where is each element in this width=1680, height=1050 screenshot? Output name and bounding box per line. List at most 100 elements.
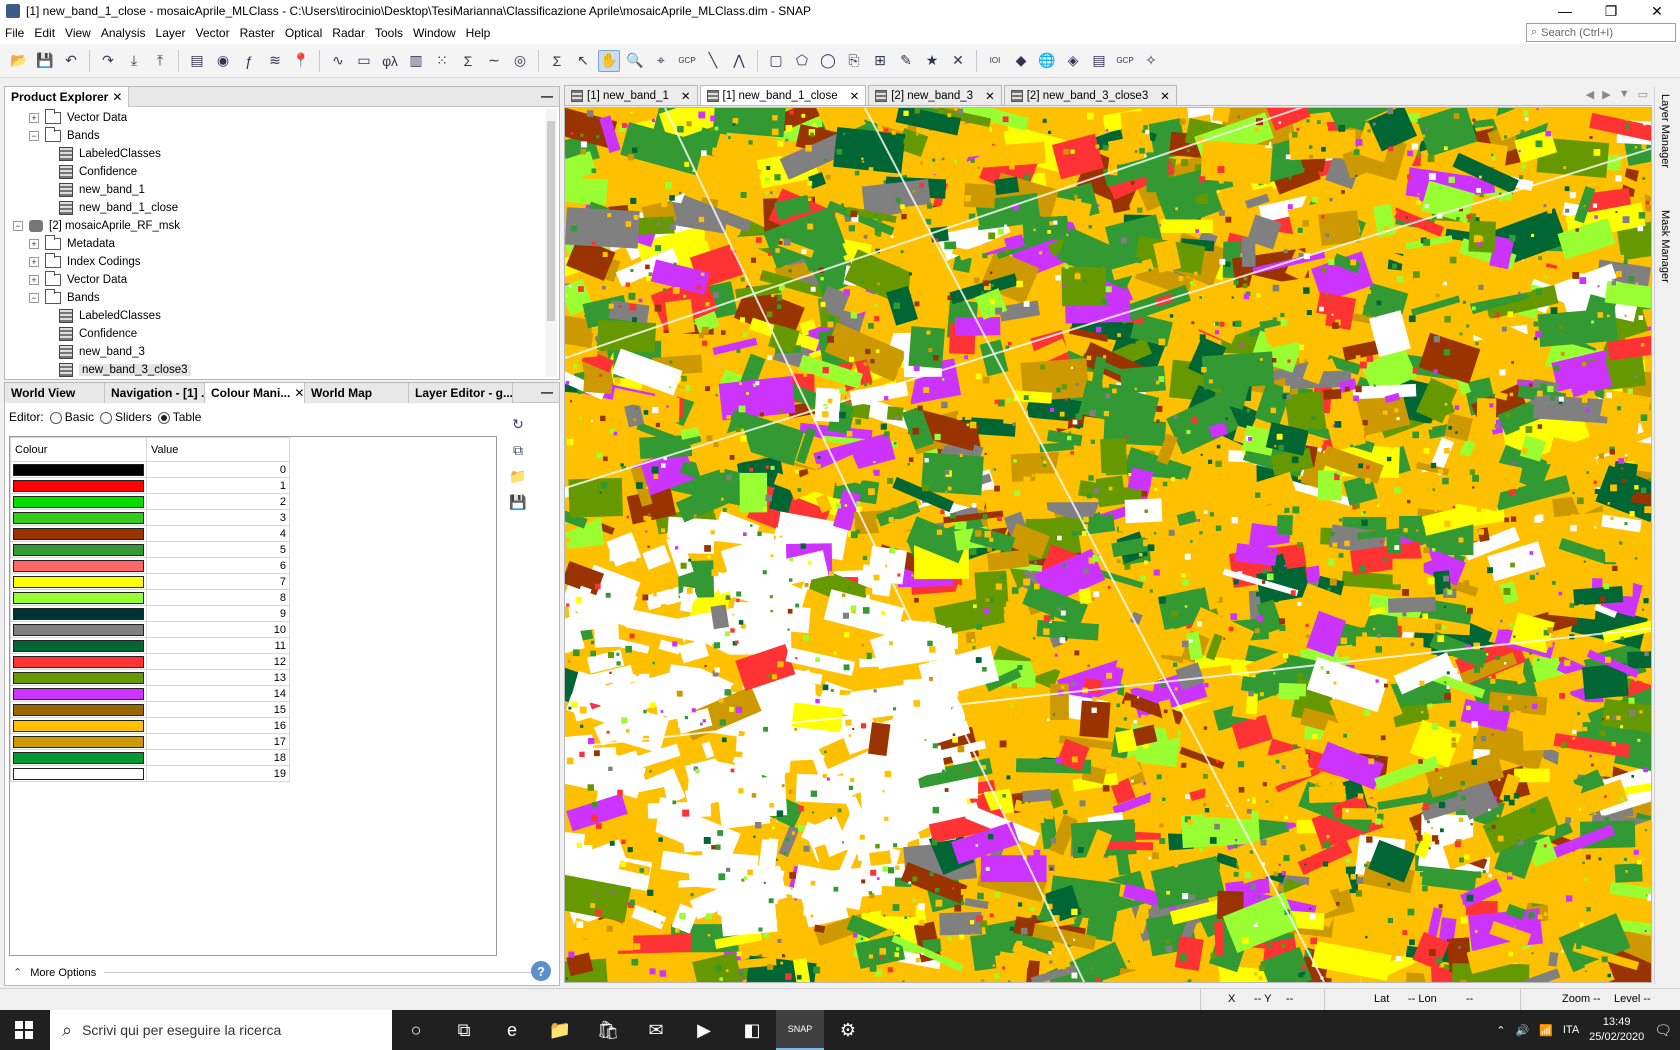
colour-cell[interactable] bbox=[10, 653, 147, 670]
close-window-button[interactable]: ✕ bbox=[1634, 0, 1680, 22]
band-maths-icon[interactable]: ƒ bbox=[238, 50, 260, 72]
sum-icon[interactable]: Σ bbox=[546, 50, 568, 72]
colour-cell[interactable] bbox=[10, 573, 147, 590]
notifications-icon[interactable]: 🗨 bbox=[1654, 1022, 1672, 1039]
collapse-icon[interactable]: − bbox=[13, 221, 23, 231]
network-icon[interactable]: 📶 bbox=[1539, 1024, 1553, 1037]
search-box[interactable]: ⌕ Search (Ctrl+I) bbox=[1526, 23, 1676, 42]
phi-lambda-icon[interactable]: φλ bbox=[379, 50, 401, 72]
value-cell[interactable]: 6 bbox=[146, 557, 290, 574]
expand-icon[interactable]: + bbox=[29, 275, 39, 285]
xy-icon[interactable]: ✕ bbox=[947, 50, 969, 72]
colour-cell[interactable] bbox=[10, 765, 147, 782]
scatter-icon[interactable]: ⁙ bbox=[431, 50, 453, 72]
tree-node[interactable]: + Vector Data bbox=[5, 271, 559, 289]
more-options-row[interactable]: ⌃ More Options bbox=[13, 966, 543, 979]
value-cell[interactable]: 13 bbox=[146, 669, 290, 686]
polyline-icon[interactable]: ⋀ bbox=[728, 50, 750, 72]
value-cell[interactable]: 11 bbox=[146, 637, 290, 654]
range-finder-icon[interactable]: ⌖ bbox=[650, 50, 672, 72]
value-cell[interactable]: 1 bbox=[146, 477, 290, 494]
menu-radar[interactable]: Radar bbox=[327, 26, 370, 40]
collapse-icon[interactable]: − bbox=[29, 131, 39, 141]
tab-layer-editor[interactable]: Layer Editor - g... bbox=[409, 382, 513, 403]
colour-cell[interactable] bbox=[10, 733, 147, 750]
colour-swatch[interactable] bbox=[13, 543, 144, 556]
pin-icon[interactable]: 📍 bbox=[290, 50, 312, 72]
time-series-icon[interactable]: ∿ bbox=[327, 50, 349, 72]
colour-cell[interactable] bbox=[10, 621, 147, 638]
scrollbar-thumb[interactable] bbox=[547, 121, 555, 321]
menu-analysis[interactable]: Analysis bbox=[96, 26, 151, 40]
colour-table-row[interactable]: 19 bbox=[10, 765, 290, 782]
cortana-icon[interactable]: ○ bbox=[392, 1010, 440, 1050]
image-tab[interactable]: [2] new_band_3 ✕ bbox=[868, 85, 1002, 105]
colour-cell[interactable] bbox=[10, 493, 147, 510]
tree-node[interactable]: Confidence bbox=[5, 325, 559, 343]
tree-node[interactable]: LabeledClasses bbox=[5, 145, 559, 163]
minimize-button[interactable]: — bbox=[1542, 0, 1588, 22]
colour-swatch[interactable] bbox=[13, 735, 144, 748]
image-view[interactable] bbox=[564, 107, 1652, 983]
gcp-tool-icon[interactable]: GCP bbox=[676, 50, 698, 72]
export-palette-icon[interactable]: 💾 bbox=[507, 491, 529, 513]
color-icon[interactable]: ◆ bbox=[1010, 50, 1032, 72]
value-column-header[interactable]: Value bbox=[146, 437, 290, 462]
colour-swatch[interactable] bbox=[13, 719, 144, 732]
close-icon[interactable]: ✕ bbox=[1160, 89, 1170, 103]
minimize-panel-button[interactable]: — bbox=[541, 385, 553, 399]
colour-swatch[interactable] bbox=[13, 575, 144, 588]
maximize-icon[interactable]: ▭ bbox=[1638, 88, 1648, 101]
pin-place-icon[interactable]: ★ bbox=[921, 50, 943, 72]
collapse-icon[interactable]: − bbox=[29, 293, 39, 303]
redo-icon[interactable]: ↷ bbox=[97, 50, 119, 72]
colour-cell[interactable] bbox=[10, 461, 147, 478]
select-tool-icon[interactable]: ↖ bbox=[572, 50, 594, 72]
colour-table-row[interactable]: 9 bbox=[10, 605, 290, 622]
rectangle-icon[interactable]: ▢ bbox=[765, 50, 787, 72]
menu-layer[interactable]: Layer bbox=[151, 26, 191, 40]
layers-icon[interactable]: ◈ bbox=[1062, 50, 1084, 72]
value-cell[interactable]: 16 bbox=[146, 717, 290, 734]
colour-cell[interactable] bbox=[10, 605, 147, 622]
colour-swatch[interactable] bbox=[13, 671, 144, 684]
filter-icon[interactable]: ≋ bbox=[264, 50, 286, 72]
multi-assign-icon[interactable]: ⧉ bbox=[507, 439, 529, 461]
tree-node[interactable]: new_band_3_close3 bbox=[5, 361, 559, 379]
colour-swatch[interactable] bbox=[13, 767, 144, 780]
tree-node[interactable]: new_band_1_close bbox=[5, 199, 559, 217]
value-cell[interactable]: 19 bbox=[146, 765, 290, 782]
notes-icon[interactable]: ◧ bbox=[728, 1010, 776, 1050]
file-explorer-icon[interactable]: 📁 bbox=[536, 1010, 584, 1050]
help-button[interactable]: ? bbox=[531, 961, 551, 981]
tree-node[interactable]: − [2] mosaicAprile_RF_msk bbox=[5, 217, 559, 235]
tree-node[interactable]: + Vector Data bbox=[5, 109, 559, 127]
taskbar-search[interactable]: ⌕ Scrivi qui per eseguire la ricerca bbox=[50, 1010, 392, 1050]
radio-table[interactable]: Table bbox=[157, 410, 201, 424]
ellipse-icon[interactable]: ◯ bbox=[817, 50, 839, 72]
export-icon[interactable]: ⤒ bbox=[149, 50, 171, 72]
radio-sliders-circle[interactable] bbox=[100, 411, 113, 424]
volume-icon[interactable]: 🔊 bbox=[1515, 1024, 1529, 1037]
colour-cell[interactable] bbox=[10, 557, 147, 574]
expand-icon[interactable]: + bbox=[29, 257, 39, 267]
colour-cell[interactable] bbox=[10, 685, 147, 702]
colour-table-row[interactable]: 5 bbox=[10, 541, 290, 558]
tree-node[interactable]: − Bands bbox=[5, 289, 559, 307]
stack-icon[interactable]: ▤ bbox=[1088, 50, 1110, 72]
value-cell[interactable]: 10 bbox=[146, 621, 290, 638]
clock[interactable]: 13:49 25/02/2020 bbox=[1589, 1015, 1644, 1045]
polygon-icon[interactable]: ⬠ bbox=[791, 50, 813, 72]
colour-cell[interactable] bbox=[10, 525, 147, 542]
colour-table-row[interactable]: 10 bbox=[10, 621, 290, 638]
more-options-label[interactable]: More Options bbox=[30, 967, 96, 979]
session-icon[interactable]: ▤ bbox=[186, 50, 208, 72]
value-cell[interactable]: 7 bbox=[146, 573, 290, 590]
menu-vector[interactable]: Vector bbox=[191, 26, 235, 40]
colour-table-row[interactable]: 15 bbox=[10, 701, 290, 718]
colour-table-row[interactable]: 3 bbox=[10, 509, 290, 526]
colour-cell[interactable] bbox=[10, 589, 147, 606]
edge-icon[interactable]: e bbox=[488, 1010, 536, 1050]
colour-swatch[interactable] bbox=[13, 623, 144, 636]
radio-table-circle[interactable] bbox=[157, 411, 170, 424]
